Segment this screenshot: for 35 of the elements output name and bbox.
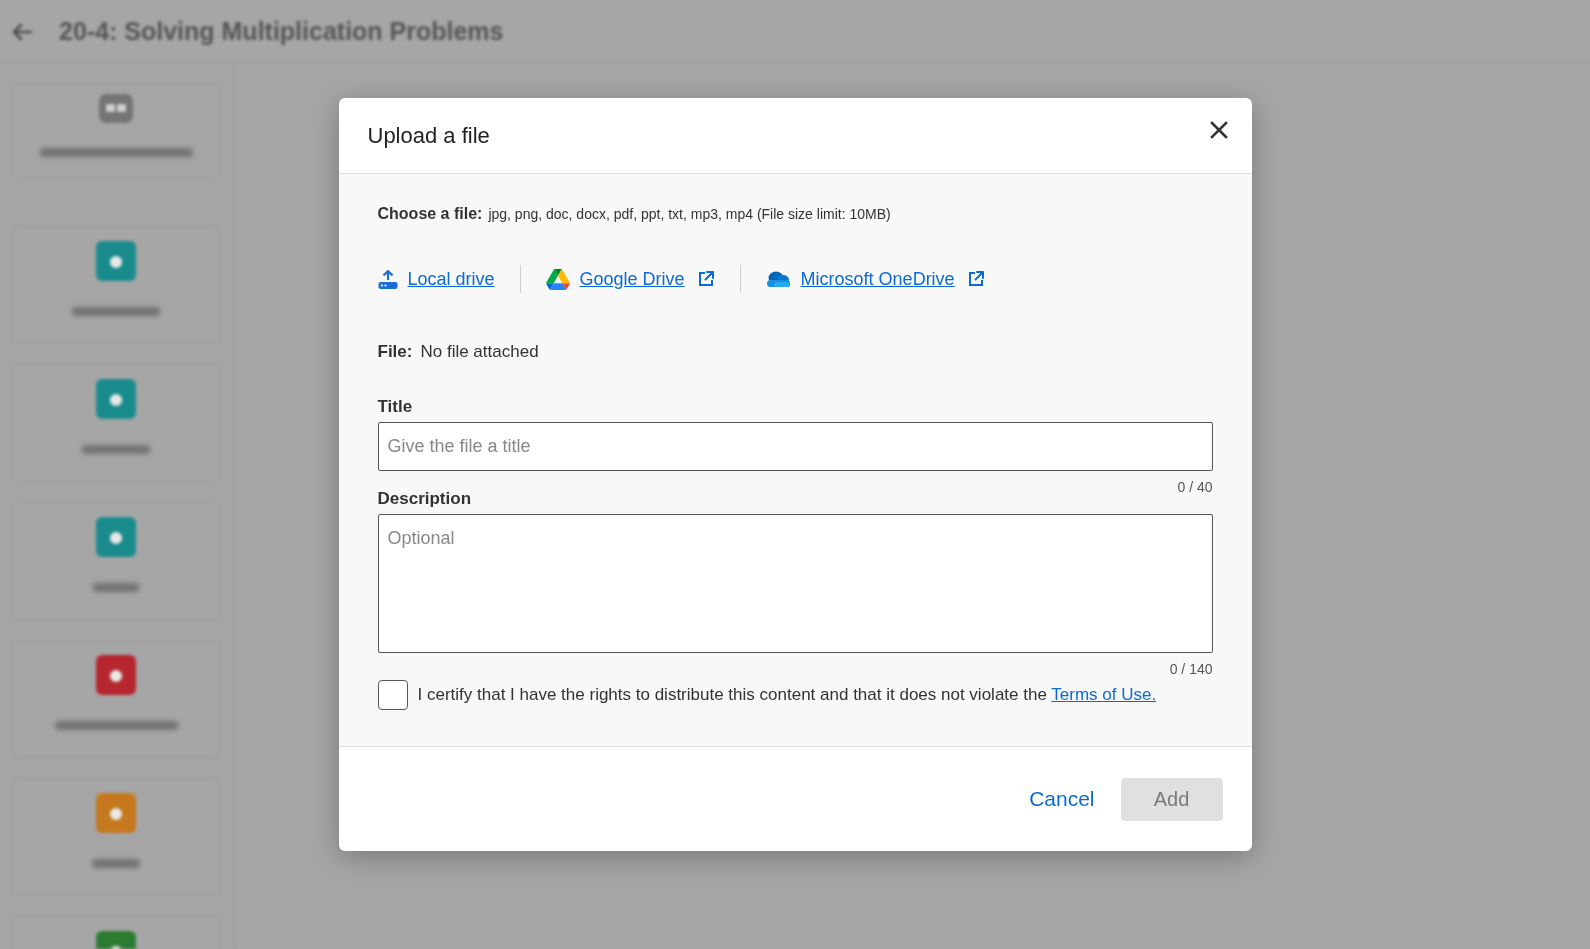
cancel-button[interactable]: Cancel [1029, 779, 1095, 819]
blurred-label [92, 859, 140, 868]
certify-checkbox[interactable] [377, 680, 408, 710]
cloud-icon [765, 271, 791, 287]
triangle-logo-icon [545, 268, 570, 290]
character-counter: 0 / 140 [1169, 660, 1213, 679]
sidebar-card[interactable] [12, 502, 220, 620]
source-link[interactable]: Microsoft OneDrive [800, 265, 955, 293]
source-link[interactable]: Google Drive [579, 265, 685, 293]
external-link-icon[interactable] [696, 270, 715, 288]
blurred-label [82, 445, 150, 454]
field-label: Description [377, 488, 472, 510]
upload-icon [377, 269, 398, 289]
sidebar-card[interactable] [12, 640, 220, 758]
file-label: File: [377, 341, 413, 364]
title-input[interactable]: Give the file a title [377, 422, 1213, 471]
dialog-title: Upload a file [367, 122, 490, 150]
description-textarea[interactable]: Optional [377, 514, 1213, 653]
page-title: 20-4: Solving Multiplication Problems [59, 15, 504, 47]
character-counter: 0 / 40 [1177, 478, 1213, 497]
sidebar-card[interactable] [12, 778, 220, 896]
sidebar-card[interactable] [12, 84, 220, 178]
blurred-label [93, 583, 139, 592]
field-label: Title [377, 396, 413, 418]
file-types-text: jpg, png, doc, docx, pdf, ppt, txt, mp3, mp4 (File size limit: 10MB) [488, 204, 891, 224]
source-link[interactable]: Local drive [407, 265, 495, 293]
back-arrow-icon[interactable] [12, 22, 32, 41]
sidebar-card[interactable] [12, 226, 220, 344]
choose-file-label: Choose a file: [377, 204, 483, 224]
external-link-icon[interactable] [966, 270, 985, 288]
close-icon [1209, 121, 1228, 139]
terms-link[interactable]: Terms of Use. [1051, 685, 1157, 705]
certify-text: I certify that I have the rights to distribute this content and that it does not violate the Terms of Use. [417, 684, 1157, 707]
file-status-text: No file attached [420, 341, 539, 364]
sidebar-card[interactable] [12, 364, 220, 482]
